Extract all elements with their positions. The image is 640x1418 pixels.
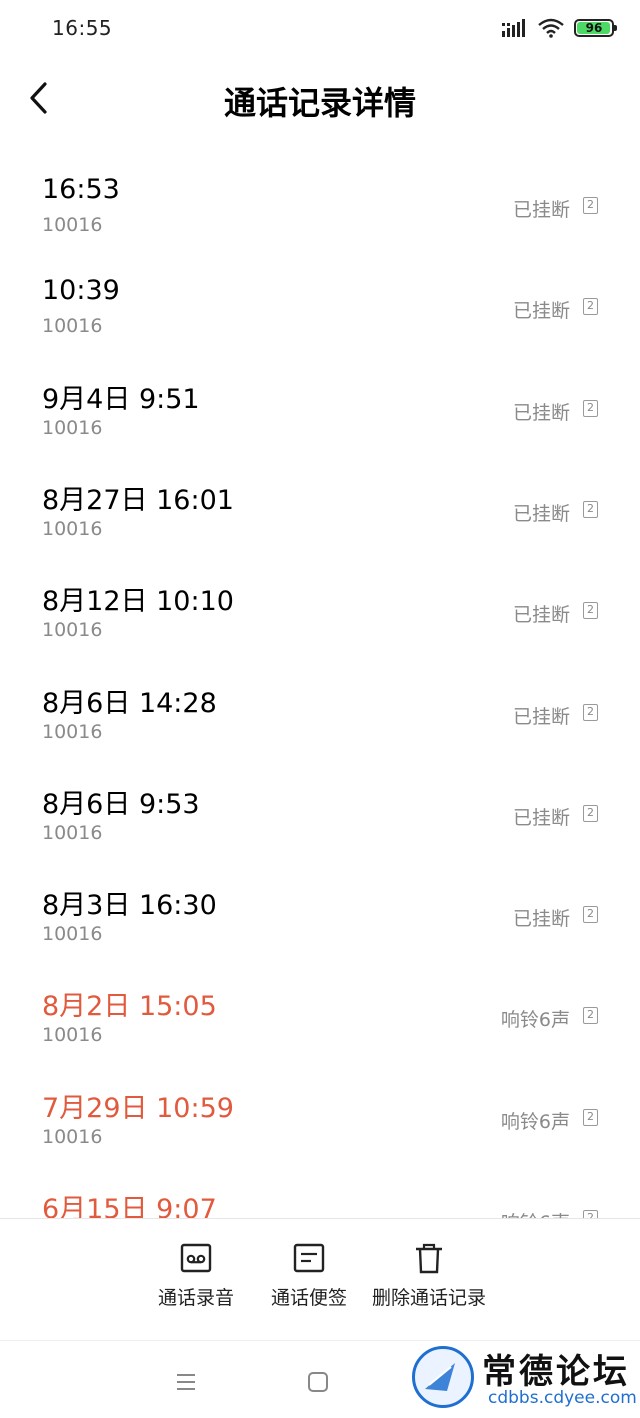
call-recording-button[interactable]: 通话录音 xyxy=(158,1241,234,1310)
action-bar: 通话录音 通话便签 删除通话记录 xyxy=(0,1218,640,1340)
forum-logo-icon xyxy=(412,1346,474,1408)
watermark-title: 常德论坛 xyxy=(482,1352,630,1392)
page-title: 通话记录详情 xyxy=(223,84,416,122)
call-log-row[interactable]: 6月15日 9:07 响铃6声 2 xyxy=(0,1163,640,1218)
delete-call-log-label: 删除通话记录 xyxy=(372,1287,487,1309)
call-status: 已挂断 xyxy=(512,705,570,728)
call-status: 响铃6声 xyxy=(501,1208,570,1218)
call-note-button[interactable]: 通话便签 xyxy=(271,1241,347,1310)
call-time: 8月6日 9:53 xyxy=(42,788,200,820)
call-time: 7月29日 10:59 xyxy=(42,1092,234,1124)
call-log-row[interactable]: 8月2日 15:05 10016 响铃6声 2 xyxy=(0,960,640,1061)
call-status: 响铃6声 xyxy=(500,1110,570,1133)
call-number: 10016 xyxy=(42,1024,103,1047)
call-status: 已挂断 xyxy=(512,502,570,525)
sim-2-icon: 2 xyxy=(583,703,598,721)
note-icon xyxy=(292,1241,326,1275)
call-log-row[interactable]: 8月12日 10:10 10016 已挂断 2 xyxy=(0,555,640,656)
call-log-row[interactable]: 8月27日 16:01 10016 已挂断 2 xyxy=(0,454,640,555)
call-note-label: 通话便签 xyxy=(271,1287,348,1309)
battery-tip xyxy=(614,25,617,31)
status-time: 16:55 xyxy=(52,16,113,40)
call-status: 已挂断 xyxy=(512,199,570,221)
signal-icon xyxy=(502,19,525,37)
call-log-row[interactable]: 7月29日 10:59 10016 响铃6声 2 xyxy=(0,1062,640,1163)
sim-2-icon: 2 xyxy=(583,500,598,518)
call-status: 已挂断 xyxy=(512,908,570,931)
delete-call-log-button[interactable]: 删除通话记录 xyxy=(372,1241,486,1310)
call-log-row[interactable]: 8月3日 16:30 10016 已挂断 2 xyxy=(0,859,640,960)
call-time: 10:39 xyxy=(42,275,120,307)
menu-icon xyxy=(177,1374,195,1390)
sim-2-icon: 2 xyxy=(583,906,598,924)
menu-button[interactable] xyxy=(171,1367,201,1397)
home-square-icon xyxy=(308,1372,328,1392)
call-time: 6月15日 9:07 xyxy=(42,1194,217,1218)
call-time: 9月4日 9:51 xyxy=(42,383,200,415)
call-number: 10016 xyxy=(42,1125,103,1148)
battery-level: 96 xyxy=(585,21,603,35)
call-time: 8月12日 10:10 xyxy=(42,586,234,618)
call-number: 10016 xyxy=(42,821,103,844)
status-icons: 96 xyxy=(502,18,617,38)
call-log-row[interactable]: 8月6日 14:28 10016 已挂断 2 xyxy=(0,657,640,758)
call-time: 8月6日 14:28 xyxy=(42,687,217,719)
sim-2-icon: 2 xyxy=(583,1007,598,1025)
header: 通话记录详情 xyxy=(0,58,640,140)
call-number: 10016 xyxy=(42,720,103,743)
trash-icon xyxy=(412,1241,446,1275)
call-status: 响铃6声 xyxy=(500,1009,570,1032)
wifi-icon xyxy=(538,18,564,38)
call-time: 16:53 xyxy=(42,174,120,205)
call-time: 8月27日 16:01 xyxy=(42,484,234,516)
call-status: 已挂断 xyxy=(512,300,570,323)
call-number: 10016 xyxy=(42,416,103,439)
call-log-row[interactable]: 8月6日 9:53 10016 已挂断 2 xyxy=(0,758,640,859)
watermark: 常德论坛 cdbbs.cdyee.com xyxy=(412,1344,637,1414)
call-time: 8月3日 16:30 xyxy=(42,890,217,922)
call-log-list[interactable]: 16:53 10016 已挂断 2 10:39 10016 已挂断 2 9月4日 9:51 100… xyxy=(0,140,640,1218)
sim-2-icon: 2 xyxy=(583,1210,598,1218)
call-log-row[interactable]: 16:53 10016 已挂断 2 xyxy=(0,150,640,251)
call-number: 10016 xyxy=(42,214,103,236)
call-log-row[interactable]: 9月4日 9:51 10016 已挂断 2 xyxy=(0,353,640,454)
call-recording-label: 通话录音 xyxy=(158,1287,235,1309)
call-time: 8月2日 15:05 xyxy=(42,991,217,1023)
call-status: 已挂断 xyxy=(512,806,570,829)
call-status: 已挂断 xyxy=(512,401,570,424)
call-number: 10016 xyxy=(42,619,103,642)
call-number: 10016 xyxy=(42,923,103,946)
sim-2-icon: 2 xyxy=(583,298,598,316)
status-bar: 16:55 96 xyxy=(0,0,640,58)
sim-2-icon: 2 xyxy=(583,804,598,822)
call-number: 10016 xyxy=(42,517,103,540)
home-button[interactable] xyxy=(303,1367,333,1397)
watermark-url: cdbbs.cdyee.com xyxy=(488,1388,637,1408)
sim-2-icon: 2 xyxy=(583,1108,598,1126)
sim-2-icon: 2 xyxy=(583,197,598,214)
sim-2-icon: 2 xyxy=(583,399,598,417)
call-log-row[interactable]: 10:39 10016 已挂断 2 xyxy=(0,251,640,352)
battery-indicator: 96 xyxy=(574,19,617,37)
voicemail-icon xyxy=(179,1241,213,1275)
call-number: 10016 xyxy=(42,315,103,338)
call-status: 已挂断 xyxy=(512,604,570,627)
sim-2-icon: 2 xyxy=(583,602,598,620)
